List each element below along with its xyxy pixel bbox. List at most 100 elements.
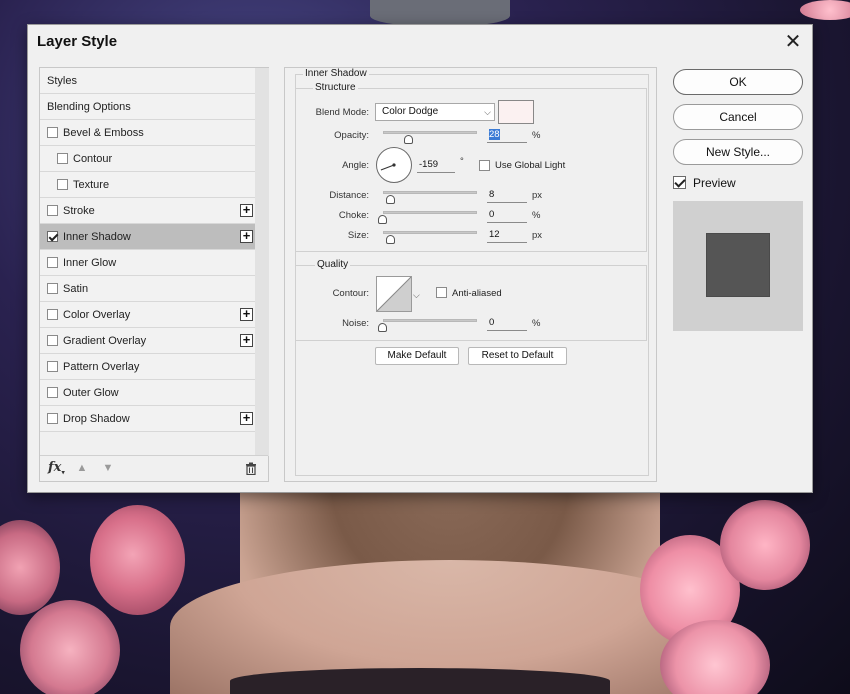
- background-flower: [660, 620, 770, 694]
- style-list-item[interactable]: Gradient Overlay +: [40, 328, 255, 354]
- size-slider-track[interactable]: [383, 231, 477, 234]
- style-checkbox[interactable]: [47, 257, 58, 268]
- blend-mode-dropdown[interactable]: Color Dodge ⌵: [375, 103, 495, 121]
- chevron-down-icon[interactable]: ⌵: [413, 290, 420, 301]
- style-checkbox[interactable]: [57, 153, 68, 164]
- style-list-item[interactable]: Styles: [40, 68, 255, 94]
- style-checkbox[interactable]: [47, 231, 58, 242]
- style-list-item[interactable]: Inner Glow: [40, 250, 255, 276]
- anti-aliased-label[interactable]: Anti-aliased: [452, 288, 502, 299]
- style-checkbox[interactable]: [47, 283, 58, 294]
- style-checkbox[interactable]: [47, 205, 58, 216]
- noise-unit: %: [532, 318, 541, 329]
- trash-icon[interactable]: [245, 462, 257, 476]
- style-list-item-label: Blending Options: [47, 101, 131, 113]
- noise-input[interactable]: 0: [487, 316, 527, 331]
- choke-input[interactable]: 0: [487, 208, 527, 223]
- style-list-item-label: Inner Glow: [63, 257, 117, 269]
- distance-slider-thumb[interactable]: [385, 195, 395, 204]
- fx-icon[interactable]: fx▾: [48, 460, 65, 477]
- add-style-plus-icon[interactable]: +: [240, 411, 253, 425]
- add-style-plus-icon[interactable]: +: [240, 229, 253, 243]
- opacity-slider-thumb[interactable]: [404, 135, 414, 144]
- style-list-item[interactable]: Blending Options: [40, 94, 255, 120]
- use-global-light-label[interactable]: Use Global Light: [495, 160, 565, 171]
- add-style-plus-icon[interactable]: +: [240, 307, 253, 321]
- style-list-item-label: Satin: [63, 283, 89, 295]
- arrow-up-icon[interactable]: ▲: [76, 462, 88, 474]
- shadow-color-swatch[interactable]: [498, 100, 534, 124]
- style-checkbox[interactable]: [47, 335, 58, 346]
- distance-input[interactable]: 8: [487, 188, 527, 203]
- arrow-down-icon[interactable]: ▼: [102, 462, 114, 474]
- preview-swatch: [706, 233, 770, 297]
- style-checkbox[interactable]: [47, 127, 58, 138]
- preview-thumbnail: [673, 201, 803, 331]
- style-list-item[interactable]: Contour: [40, 146, 255, 172]
- contour-label: Contour:: [332, 288, 369, 299]
- style-list-item[interactable]: Drop Shadow +: [40, 406, 255, 432]
- style-checkbox[interactable]: [47, 309, 58, 320]
- style-list-item[interactable]: Pattern Overlay: [40, 354, 255, 380]
- add-style-plus-icon[interactable]: +: [240, 333, 253, 347]
- preview-label[interactable]: Preview: [693, 176, 736, 190]
- opacity-input[interactable]: 28: [487, 128, 527, 143]
- noise-label: Noise:: [342, 318, 369, 329]
- angle-label: Angle:: [342, 160, 369, 171]
- choke-slider-track[interactable]: [383, 211, 477, 214]
- use-global-light-checkbox[interactable]: [479, 160, 490, 171]
- reset-to-default-button[interactable]: Reset to Default: [468, 347, 567, 365]
- size-slider-thumb[interactable]: [386, 235, 396, 244]
- new-style-button[interactable]: New Style...: [673, 139, 803, 165]
- quality-title: Quality: [315, 259, 351, 270]
- title-bar[interactable]: Layer Style ✕: [28, 25, 812, 59]
- style-list-item-label: Stroke: [63, 205, 95, 217]
- distance-label: Distance:: [329, 190, 369, 201]
- angle-dial-needle: [380, 163, 396, 171]
- close-button[interactable]: ✕: [780, 29, 806, 55]
- style-list-scrollbar[interactable]: [255, 68, 269, 456]
- make-default-button[interactable]: Make Default: [375, 347, 459, 365]
- structure-title: Structure: [313, 82, 358, 93]
- style-list-item[interactable]: Stroke +: [40, 198, 255, 224]
- style-list-item[interactable]: Satin: [40, 276, 255, 302]
- cancel-button[interactable]: Cancel: [673, 104, 803, 130]
- style-checkbox[interactable]: [57, 179, 68, 190]
- style-checkbox[interactable]: [47, 413, 58, 424]
- background-flower: [800, 0, 850, 20]
- style-list-footer: fx▾ ▲ ▼: [40, 455, 268, 481]
- style-checkbox[interactable]: [47, 361, 58, 372]
- style-list-item[interactable]: Outer Glow: [40, 380, 255, 406]
- angle-dial[interactable]: [376, 147, 412, 183]
- style-checkbox[interactable]: [47, 387, 58, 398]
- angle-input[interactable]: -159: [417, 158, 455, 173]
- angle-unit: °: [460, 156, 464, 167]
- background-photo-head: [370, 0, 510, 26]
- noise-slider-thumb[interactable]: [378, 323, 387, 332]
- style-list-item[interactable]: Bevel & Emboss: [40, 120, 255, 146]
- chevron-down-icon: ⌵: [484, 107, 491, 117]
- choke-unit: %: [532, 210, 541, 221]
- style-list-item-label: Texture: [73, 179, 110, 191]
- style-list-item[interactable]: Color Overlay +: [40, 302, 255, 328]
- background-flower: [20, 600, 120, 694]
- style-list-item[interactable]: Inner Shadow +: [40, 224, 255, 250]
- contour-preview[interactable]: [376, 276, 412, 312]
- style-list-item-label: Gradient Overlay: [63, 335, 147, 347]
- opacity-label: Opacity:: [334, 130, 369, 141]
- background-photo-dress: [230, 668, 610, 694]
- noise-slider-track[interactable]: [383, 319, 477, 322]
- ok-button[interactable]: OK: [673, 69, 803, 95]
- choke-slider-thumb[interactable]: [378, 215, 387, 224]
- style-list-item-label: Color Overlay: [63, 309, 131, 321]
- opacity-slider-track[interactable]: [383, 131, 477, 134]
- add-style-plus-icon[interactable]: +: [240, 203, 253, 217]
- style-list-item-label: Styles: [47, 75, 77, 87]
- style-list-item-label: Bevel & Emboss: [63, 127, 144, 139]
- preview-checkbox[interactable]: [673, 176, 686, 189]
- style-list-item[interactable]: Texture: [40, 172, 255, 198]
- background-flower: [90, 505, 185, 615]
- anti-aliased-checkbox[interactable]: [436, 287, 447, 298]
- size-input[interactable]: 12: [487, 228, 527, 243]
- distance-slider-track[interactable]: [383, 191, 477, 194]
